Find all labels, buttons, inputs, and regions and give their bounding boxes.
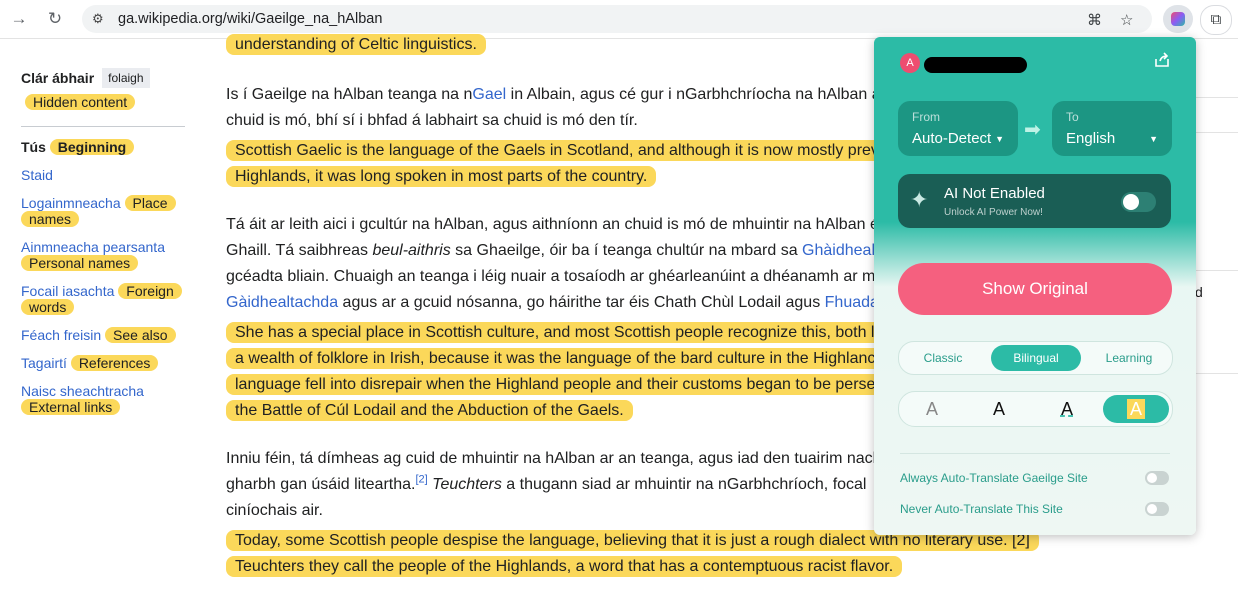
sparkle-icon: ✦ xyxy=(910,187,929,212)
infobox-border xyxy=(1196,270,1238,271)
toc-item-tagairti[interactable]: Tagairtí References xyxy=(21,355,191,371)
show-original-button[interactable]: Show Original xyxy=(898,263,1172,315)
toc-title: Clár ábhair xyxy=(21,70,95,86)
font-style-selector: A A A A xyxy=(898,391,1173,427)
address-bar[interactable]: ⚙ ga.wikipedia.org/wiki/Gaeilge_na_hAlba… xyxy=(82,5,1152,33)
ai-panel: ✦ AI Not Enabled Unlock AI Power Now! xyxy=(898,174,1171,228)
never-translate-label: Never Auto-Translate This Site xyxy=(900,502,1063,516)
bookmark-star-icon[interactable]: ☆ xyxy=(1120,11,1133,29)
infobox-border xyxy=(1196,132,1238,133)
mode-selector: Classic Bilingual Learning xyxy=(898,341,1173,375)
toc-item-feach-freisin[interactable]: Féach freisin See also xyxy=(21,327,191,343)
divider xyxy=(900,453,1170,454)
infobox-text: d xyxy=(1195,284,1203,300)
toc-divider xyxy=(21,126,185,127)
toc-item-naisc-sheachtracha[interactable]: Naisc sheachtracha External links xyxy=(21,383,171,415)
table-of-contents: Clár ábhair folaigh Hidden content Tús B… xyxy=(21,68,191,424)
link-ghaidheal[interactable]: Ghàidheal xyxy=(802,242,875,259)
mode-bilingual[interactable]: Bilingual xyxy=(991,345,1081,371)
chevron-down-icon: ▼ xyxy=(995,134,1004,144)
link-gael[interactable]: Gael xyxy=(472,86,506,103)
translate-icon[interactable]: ⌘ xyxy=(1087,11,1102,29)
toc-item-logainmneacha[interactable]: Logainmneacha Place names xyxy=(21,195,191,227)
never-translate-toggle[interactable] xyxy=(1145,502,1169,516)
user-avatar[interactable]: A xyxy=(900,53,920,73)
arrow-right-icon: ➡ xyxy=(1024,119,1041,141)
source-language-select[interactable]: From Auto-Detect ▼ xyxy=(898,101,1018,156)
always-translate-label: Always Auto-Translate Gaeilge Site xyxy=(900,471,1088,485)
share-icon[interactable] xyxy=(1152,51,1172,71)
toggle-knob xyxy=(1147,473,1157,483)
mode-learning[interactable]: Learning xyxy=(1089,345,1169,371)
toc-item-ainmneacha-pearsanta[interactable]: Ainmneacha pearsanta Personal names xyxy=(21,239,171,271)
font-style-underline[interactable]: A xyxy=(1042,395,1092,423)
infobox-border xyxy=(1196,97,1238,98)
translator-popup: A From Auto-Detect ▼ ➡ To English ▼ ✦ AI… xyxy=(874,37,1196,535)
infobox-border xyxy=(1196,373,1238,374)
toc-item-staid[interactable]: Staid xyxy=(21,167,191,183)
toc-item-tus[interactable]: Tús Beginning xyxy=(21,139,191,155)
forward-icon[interactable]: → xyxy=(8,8,30,30)
toggle-knob xyxy=(1123,194,1139,210)
reload-icon[interactable]: ↻ xyxy=(44,8,66,30)
font-style-regular[interactable]: A xyxy=(974,395,1024,423)
reference-2[interactable]: [2] xyxy=(415,474,427,486)
translation-block: Today, some Scottish people despise the … xyxy=(226,528,1206,580)
always-translate-toggle[interactable] xyxy=(1145,471,1169,485)
font-style-highlight[interactable]: A xyxy=(1103,395,1169,423)
font-style-light[interactable]: A xyxy=(907,395,957,423)
toggle-knob xyxy=(1147,504,1157,514)
redacted-username xyxy=(924,57,1027,73)
ai-toggle[interactable] xyxy=(1121,192,1156,212)
toc-item-focail-iasachta[interactable]: Focail iasachta Foreign words xyxy=(21,283,191,315)
url-text[interactable]: ga.wikipedia.org/wiki/Gaeilge_na_hAlban xyxy=(118,11,382,27)
toc-hide-translation: Hidden content xyxy=(25,94,136,110)
target-language-select[interactable]: To English ▼ xyxy=(1052,101,1172,156)
chevron-down-icon: ▼ xyxy=(1149,134,1158,144)
site-info-icon[interactable]: ⚙ xyxy=(92,11,104,27)
extensions-puzzle-icon[interactable]: ⧉ xyxy=(1200,5,1232,35)
translator-extension-icon[interactable] xyxy=(1163,5,1193,33)
toc-hide-button[interactable]: folaigh xyxy=(102,68,150,88)
mode-classic[interactable]: Classic xyxy=(903,345,983,371)
link-gaidhealtachda[interactable]: Gàidhealtachda xyxy=(226,294,338,311)
link-fhuada[interactable]: Fhuada xyxy=(825,294,879,311)
